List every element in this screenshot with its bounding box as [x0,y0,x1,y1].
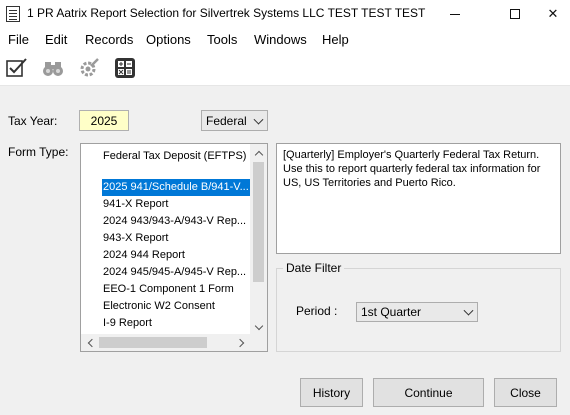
close-window-button[interactable]: ✕ [530,0,570,28]
list-item[interactable]: 2024 944 Report [102,247,250,264]
menu-edit[interactable]: Edit [45,32,67,47]
calculator-icon[interactable] [113,56,137,80]
minimize-button[interactable] [432,0,478,28]
minimize-icon [450,13,460,15]
list-item[interactable]: I-9 Report [102,315,250,332]
list-item[interactable]: 941-X Report [102,196,250,213]
form-type-listbox[interactable]: Federal Tax Deposit (EFTPS) 2025 941/Sch… [80,143,268,352]
scroll-up-button[interactable] [250,144,267,161]
continue-button[interactable]: Continue [373,378,484,407]
period-value: 1st Quarter [361,305,422,319]
horizontal-scrollbar[interactable] [81,334,267,351]
date-filter-title: Date Filter [283,261,345,275]
menu-bar: File Edit Records Options Tools Windows … [0,28,570,50]
chevron-left-icon [87,338,96,347]
close-icon: ✕ [547,6,559,22]
chevron-right-icon [235,338,244,347]
tax-year-input[interactable]: 2025 [79,110,129,131]
jurisdiction-value: Federal [206,113,247,128]
binoculars-icon[interactable] [41,56,65,80]
close-button[interactable]: Close [494,378,557,407]
list-item[interactable]: Electronic W2 Consent [102,298,250,315]
list-item[interactable]: 943-X Report [102,230,250,247]
scroll-left-button[interactable] [81,334,98,351]
settings-gear-icon[interactable] [77,56,101,80]
chevron-down-icon [463,305,474,316]
tax-year-label: Tax Year: [8,114,58,128]
menu-file[interactable]: File [8,32,29,47]
list-item[interactable]: Federal Tax Deposit (EFTPS) [102,148,250,165]
menu-options[interactable]: Options [146,32,191,47]
vertical-scrollbar[interactable] [250,144,267,336]
menu-tools[interactable]: Tools [207,32,237,47]
date-filter-group: Date Filter Period : 1st Quarter [276,261,561,352]
scroll-right-button[interactable] [233,334,250,351]
period-label: Period : [296,304,338,318]
title-bar: 1 PR Aatrix Report Selection for Silvert… [0,0,570,28]
list-item-selected[interactable]: 2025 941/Schedule B/941-V... [102,179,250,196]
edit-checkbox-icon[interactable] [5,56,29,80]
history-button[interactable]: History [300,378,363,407]
chevron-up-icon [254,150,263,159]
chevron-down-icon [254,321,263,330]
jurisdiction-select[interactable]: Federal [201,110,268,131]
chevron-down-icon [253,114,264,125]
list-item[interactable]: EEO-1 Component 1 Form [102,281,250,298]
form-description: [Quarterly] Employer's Quarterly Federal… [276,143,561,254]
vertical-scroll-thumb[interactable] [253,162,264,282]
menu-help[interactable]: Help [322,32,349,47]
list-item[interactable]: 2024 945/945-A/945-V Rep... [102,264,250,281]
window-title: 1 PR Aatrix Report Selection for Silvert… [27,6,426,20]
scrollbar-corner [250,334,267,351]
app-document-icon [6,6,20,22]
menu-records[interactable]: Records [85,32,133,47]
maximize-icon [510,9,520,19]
list-item[interactable]: 2024 943/943-A/943-V Rep... [102,213,250,230]
form-type-label: Form Type: [8,145,69,159]
menu-windows[interactable]: Windows [254,32,307,47]
toolbar [0,50,570,86]
horizontal-scroll-thumb[interactable] [99,337,207,348]
period-select[interactable]: 1st Quarter [356,302,478,322]
